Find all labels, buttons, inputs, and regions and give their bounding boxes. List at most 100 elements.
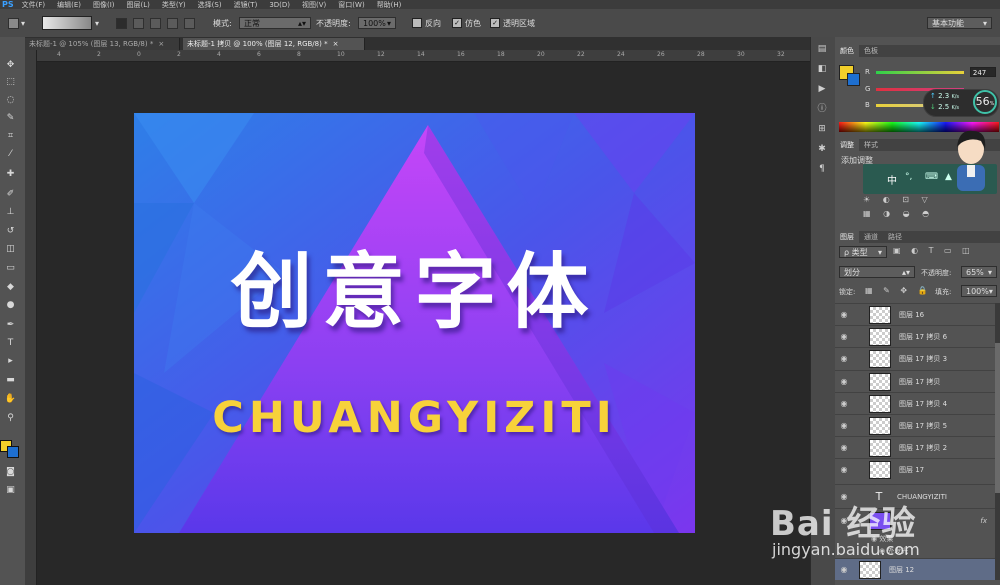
linear-gradient-button[interactable] bbox=[116, 17, 127, 29]
ime-punctuation-icon[interactable]: °, bbox=[905, 172, 912, 182]
lock-icons[interactable]: ▦ ✎ ✥ 🔒 bbox=[865, 286, 932, 295]
radial-gradient-button[interactable] bbox=[133, 17, 144, 29]
lasso-tool-icon[interactable]: ◌ bbox=[2, 93, 19, 107]
tab-styles[interactable]: 样式 bbox=[859, 139, 883, 151]
layer-row[interactable]: ◉ 图层 17 拷贝 2 bbox=[835, 436, 995, 458]
tab-color[interactable]: 颜色 bbox=[835, 45, 859, 57]
menu-3d[interactable]: 3D(D) bbox=[269, 1, 290, 9]
ruler-tick-label: 4 bbox=[217, 51, 221, 58]
reverse-checkbox[interactable]: 反向 bbox=[412, 17, 441, 29]
eye-icon[interactable]: ◉ bbox=[835, 443, 853, 452]
blur-tool-icon[interactable]: ◆ bbox=[2, 280, 19, 294]
dither-checkbox[interactable]: ✓ 仿色 bbox=[452, 17, 481, 29]
tools-panel: ✥ ⬚ ◌ ✎ ⌗ ⁄ ✚ ✐ ⊥ ↺ ◫ ▭ ◆ ● ✒ T ▸ ▬ ✋ ⚲ … bbox=[0, 37, 26, 585]
eye-icon[interactable]: ◉ bbox=[835, 310, 853, 319]
path-select-tool-icon[interactable]: ▸ bbox=[2, 354, 19, 368]
tab-swatches[interactable]: 色板 bbox=[859, 45, 883, 57]
fill-field[interactable]: 100% ▾ bbox=[961, 285, 997, 297]
actions-icon[interactable]: ▶ bbox=[815, 83, 829, 95]
tab-document-2[interactable]: 未标题-1 拷贝 @ 100% (图层 12, RGB/8) * × bbox=[183, 38, 365, 50]
background-color-swatch[interactable] bbox=[7, 446, 19, 458]
eye-icon[interactable]: ◉ bbox=[835, 465, 853, 474]
hand-tool-icon[interactable]: ✋ bbox=[2, 392, 19, 406]
red-value-field[interactable]: 247 bbox=[969, 67, 996, 77]
diamond-gradient-button[interactable] bbox=[184, 17, 195, 29]
brush-tool-icon[interactable]: ✐ bbox=[2, 187, 19, 201]
properties-icon[interactable]: ◧ bbox=[815, 63, 829, 75]
options-bar: ▾ ▾ 模式: 正常 ▴▾ 不透明度: 100% ▾ 反向 ✓ 仿色 ✓ 透明区域 基本… bbox=[0, 9, 1000, 38]
tab-channels[interactable]: 通道 bbox=[859, 231, 883, 243]
layer-kind-filter[interactable]: ρ 类型 ▾ bbox=[839, 246, 887, 258]
angle-gradient-button[interactable] bbox=[150, 17, 161, 29]
clone-source-icon[interactable]: ⊞ bbox=[815, 123, 829, 135]
eye-icon[interactable]: ◉ bbox=[835, 399, 853, 408]
fx-icon[interactable]: fx bbox=[980, 517, 987, 525]
layer-row[interactable]: ◉ 图层 16 bbox=[835, 303, 995, 325]
tab-layers[interactable]: 图层 bbox=[835, 231, 859, 243]
ruler-horizontal: 4 2 0 2 4 6 8 10 12 14 16 18 20 22 24 26 28 30 32 bbox=[25, 50, 810, 62]
healing-tool-icon[interactable]: ✚ bbox=[2, 167, 19, 181]
eye-icon[interactable]: ◉ bbox=[835, 377, 853, 386]
red-slider[interactable]: R 247 bbox=[865, 67, 996, 77]
history-brush-tool-icon[interactable]: ↺ bbox=[2, 224, 19, 238]
eye-icon[interactable]: ◉ bbox=[835, 421, 853, 430]
crop-tool-icon[interactable]: ⌗ bbox=[2, 129, 19, 143]
blend-mode-dropdown[interactable]: 划分 ▴▾ bbox=[839, 266, 915, 278]
tool-preset-picker[interactable]: ▾ bbox=[8, 17, 25, 29]
layer-row[interactable]: ◉ 图层 17 拷贝 4 bbox=[835, 392, 995, 414]
stamp-tool-icon[interactable]: ⊥ bbox=[2, 205, 19, 219]
tab-document-1[interactable]: 未标题-1 @ 105% (图层 13, RGB/8) * × bbox=[25, 38, 180, 50]
ime-keyboard-icon[interactable]: ⌨ bbox=[925, 172, 938, 182]
color-bg-swatch[interactable] bbox=[847, 73, 860, 86]
eye-icon[interactable]: ◉ bbox=[835, 332, 853, 341]
ime-mode-indicator[interactable]: 中 bbox=[887, 172, 897, 187]
history-icon[interactable]: ▤ bbox=[815, 43, 829, 55]
layer-thumbnail bbox=[859, 560, 881, 579]
opacity-field[interactable]: 100% ▾ bbox=[358, 17, 396, 29]
dodge-tool-icon[interactable]: ● bbox=[2, 298, 19, 312]
eye-icon[interactable]: ◉ bbox=[835, 565, 853, 574]
chevron-down-icon: ▾ bbox=[982, 18, 987, 28]
brush-presets-icon[interactable]: ✱ bbox=[815, 143, 829, 155]
layer-row[interactable]: ◉ 图层 17 拷贝 3 bbox=[835, 347, 995, 369]
adjustment-icons-row-1[interactable]: ☀ ◐ ⊡ ▽ bbox=[863, 195, 933, 204]
move-tool-icon[interactable]: ✥ bbox=[2, 58, 19, 72]
type-tool-icon[interactable]: T bbox=[2, 336, 19, 350]
close-icon[interactable]: × bbox=[333, 40, 339, 48]
zoom-tool-icon[interactable]: ⚲ bbox=[2, 411, 19, 425]
paragraph-icon[interactable]: ¶ bbox=[815, 163, 829, 175]
shape-tool-icon[interactable]: ▬ bbox=[2, 373, 19, 387]
quick-mask-icon[interactable]: ◙ bbox=[2, 465, 19, 479]
reflected-gradient-button[interactable] bbox=[167, 17, 178, 29]
layer-thumbnail bbox=[869, 394, 891, 413]
layer-row[interactable]: ◉ 图层 17 bbox=[835, 458, 995, 480]
quick-select-tool-icon[interactable]: ✎ bbox=[2, 111, 19, 125]
layer-row[interactable]: ◉ 图层 17 拷贝 6 bbox=[835, 325, 995, 347]
gradient-picker[interactable]: ▾ bbox=[42, 16, 99, 30]
marquee-tool-icon[interactable]: ⬚ bbox=[2, 75, 19, 89]
layer-opacity-field[interactable]: 65% ▾ bbox=[961, 266, 997, 278]
eraser-tool-icon[interactable]: ◫ bbox=[2, 242, 19, 256]
transparency-checkbox[interactable]: ✓ 透明区域 bbox=[490, 17, 535, 29]
pen-tool-icon[interactable]: ✒ bbox=[2, 318, 19, 332]
info-icon[interactable]: ⓘ bbox=[815, 103, 829, 115]
tab-adjustments[interactable]: 调整 bbox=[835, 139, 859, 151]
layer-row[interactable]: ◉ 图层 17 拷贝 5 bbox=[835, 414, 995, 436]
eye-icon[interactable]: ◉ bbox=[835, 354, 853, 363]
tab-paths[interactable]: 路径 bbox=[883, 231, 907, 243]
layer-thumbnail bbox=[869, 460, 891, 479]
layer-filter-icons[interactable]: ▣ ◐ T ▭ ◫ bbox=[893, 246, 974, 255]
close-icon[interactable]: × bbox=[158, 40, 164, 48]
gradient-tool-icon[interactable]: ▭ bbox=[2, 261, 19, 275]
document-canvas[interactable]: 创意字体 CHUANGYIZITI bbox=[134, 113, 695, 533]
adjustment-icons-row-2[interactable]: ▦ ◑ ◒ ◓ bbox=[863, 209, 934, 218]
screen-mode-icon[interactable]: ▣ bbox=[2, 483, 19, 497]
layer-row[interactable]: ◉ 图层 17 拷贝 bbox=[835, 370, 995, 392]
layers-scrollbar[interactable] bbox=[995, 303, 1000, 580]
workspace-dropdown[interactable]: 基本功能 ▾ bbox=[927, 17, 992, 29]
ruler-tick-label: 20 bbox=[537, 51, 545, 58]
mode-dropdown[interactable]: 正常 ▴▾ bbox=[239, 17, 311, 29]
eyedropper-tool-icon[interactable]: ⁄ bbox=[2, 147, 19, 161]
ruler-tick-label: 6 bbox=[257, 51, 261, 58]
selected-layer-row[interactable]: ◉ 图层 12 bbox=[835, 558, 995, 580]
